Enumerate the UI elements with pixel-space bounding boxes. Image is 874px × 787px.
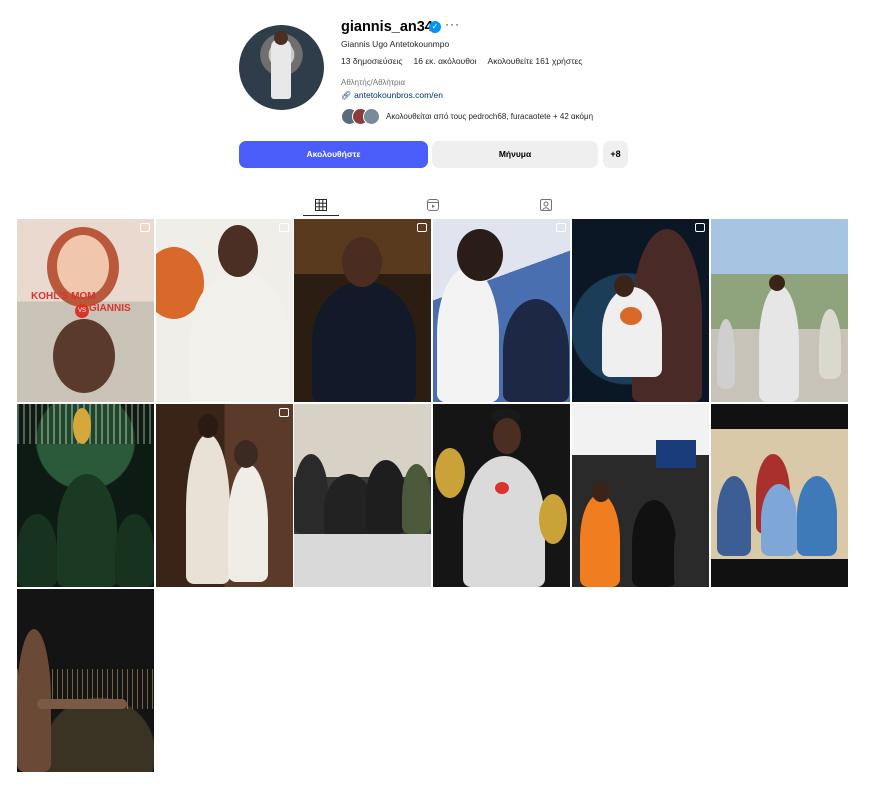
post-image-part [228, 464, 268, 582]
post-image-part [218, 225, 258, 277]
post-tile[interactable] [294, 404, 431, 587]
username: giannis_an34 [341, 19, 433, 35]
reels-icon [427, 199, 439, 211]
message-button[interactable]: Μήνυμα [432, 141, 598, 168]
post-tile[interactable] [711, 219, 848, 402]
post-tile[interactable] [156, 404, 293, 587]
multi-post-icon [279, 408, 289, 417]
post-image-part [463, 456, 545, 587]
profile-stats: 13 δημοσιεύσεις 16 εκ. ακόλουθοι Ακολουθ… [341, 56, 582, 66]
add-user-button[interactable]: +8 [603, 141, 628, 168]
profile-tabs [17, 196, 849, 218]
post-image-part [294, 454, 328, 534]
post-image-part [819, 309, 841, 379]
avatar-figure [271, 39, 291, 99]
post-image-part [402, 464, 431, 534]
posts-count: 13 δημοσιεύσεις [341, 56, 403, 66]
post-image-part [602, 287, 662, 377]
post-image-part [797, 476, 837, 556]
post-image-part [503, 299, 569, 402]
post-caption-text: KOHL'S MOM [31, 291, 96, 302]
following-count[interactable]: Ακολουθείτε 161 χρήστες [488, 56, 583, 66]
post-caption-vs: VS [75, 304, 89, 318]
post-image-part [632, 500, 676, 587]
followed-by[interactable]: Ακολουθείται από τους pedroch68, furacao… [341, 108, 593, 125]
post-image-part [717, 319, 735, 389]
heart-icon [495, 482, 509, 494]
post-image-part [342, 237, 382, 287]
followers-count[interactable]: 16 εκ. ακόλουθοι [414, 56, 477, 66]
post-image-part [37, 699, 127, 709]
post-image-part [312, 281, 416, 402]
post-image-part [186, 434, 230, 584]
post-image-part [53, 319, 115, 393]
post-tile[interactable]: KOHL'S MOM VS GIANNIS [17, 219, 154, 402]
profile-link-text[interactable]: antetokounbros.com/en [354, 90, 443, 100]
post-image-part [190, 271, 288, 402]
post-tile[interactable] [572, 404, 709, 587]
post-image-part [614, 275, 634, 297]
nba-logo-image [656, 440, 696, 468]
reel-icon [140, 223, 150, 232]
profile-category: Αθλητής/Αθλήτρια [341, 78, 405, 87]
trophy-image [539, 494, 567, 544]
profile-link[interactable]: 🔗︎ antetokounbros.com/en [341, 90, 443, 100]
post-image-part [457, 229, 503, 281]
full-name: Giannis Ugo Antetokounmpo [341, 39, 450, 49]
link-icon: 🔗︎ [341, 90, 352, 100]
post-image-part [17, 514, 57, 587]
post-tile[interactable] [156, 219, 293, 402]
post-tile[interactable] [17, 404, 154, 587]
post-tile[interactable] [294, 219, 431, 402]
reel-icon [417, 223, 427, 232]
grid-icon [315, 199, 327, 211]
multi-post-icon [556, 223, 566, 232]
post-image-part [57, 474, 117, 587]
post-tile[interactable] [572, 219, 709, 402]
followed-by-text: Ακολουθείται από τους pedroch68, furacao… [386, 112, 594, 121]
multi-post-icon [279, 223, 289, 232]
post-image-part [759, 285, 799, 402]
tagged-icon [540, 199, 552, 211]
post-image-part [115, 514, 154, 587]
post-tile[interactable] [17, 589, 154, 772]
post-image-part [493, 418, 521, 454]
tab-tagged[interactable] [528, 196, 564, 216]
verified-badge-icon: ✓ [429, 21, 441, 33]
post-image-part [437, 267, 499, 402]
post-image-part [620, 307, 642, 325]
post-image-part [717, 476, 751, 556]
multi-post-icon [695, 223, 705, 232]
trophy-image [73, 408, 91, 444]
more-options-icon[interactable]: ··· [445, 17, 460, 31]
post-image-part [769, 275, 785, 291]
table-image [294, 534, 431, 587]
follow-button[interactable]: Ακολουθήστε [239, 141, 428, 168]
post-tile[interactable] [433, 219, 570, 402]
post-caption-name: GIANNIS [89, 303, 131, 314]
post-image-part [674, 514, 709, 587]
post-image-part [592, 482, 610, 502]
post-image-part [198, 414, 218, 438]
avatar-head [274, 31, 288, 45]
follower-avatar [363, 108, 380, 125]
post-image-part [57, 235, 109, 297]
post-image-part [234, 440, 258, 468]
post-tile[interactable] [711, 404, 848, 587]
post-tile[interactable] [433, 404, 570, 587]
profile-avatar[interactable] [239, 25, 324, 110]
post-image-part [580, 494, 620, 587]
tab-reels[interactable] [415, 196, 451, 216]
trophy-image [435, 448, 465, 498]
post-image-part [366, 460, 406, 534]
tab-posts[interactable] [303, 196, 339, 216]
post-image-part [761, 484, 797, 556]
